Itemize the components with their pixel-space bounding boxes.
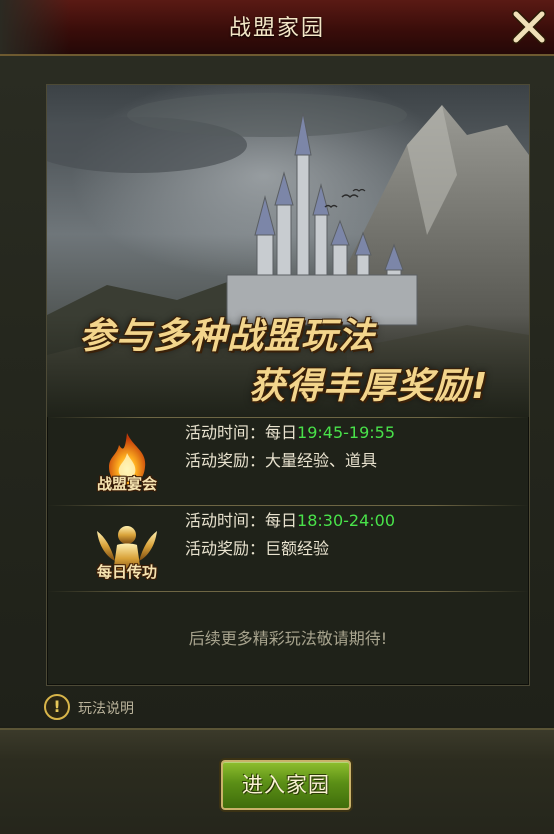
- title-bar: 战盟家园: [0, 0, 554, 56]
- exclamation-icon: !: [44, 694, 70, 720]
- activity-name: 每日传功: [96, 563, 157, 581]
- divider: [47, 591, 529, 592]
- activity-reward-row: 活动奖励：大量经验、道具: [185, 447, 377, 471]
- time-value: 18:30-24:00: [297, 511, 396, 530]
- reward-value: 巨额经验: [265, 539, 330, 558]
- help-label: 玩法说明: [78, 701, 134, 717]
- close-icon[interactable]: [510, 8, 548, 46]
- divider: [47, 505, 529, 506]
- activity-time-row: 活动时间：每日18:30-24:00: [185, 507, 395, 531]
- coming-soon-note: 后续更多精彩玩法敬请期待!: [188, 629, 388, 648]
- divider: [47, 417, 529, 418]
- activity-name: 战盟宴会: [96, 475, 157, 493]
- content-frame: 参与多种战盟玩法 获得丰厚奖励! 战盟宴会 活动时间：每日19:45-19:55…: [46, 84, 530, 686]
- banner-slogan-line1: 参与多种战盟玩法: [79, 316, 376, 357]
- reward-label: 活动奖励：: [185, 539, 266, 558]
- reward-value: 大量经验、道具: [265, 451, 378, 470]
- enter-homeland-button[interactable]: 进入家园: [221, 760, 351, 810]
- activity-daily-training: 每日传功 活动时间：每日18:30-24:00 活动奖励：巨额经验: [47, 509, 529, 597]
- reward-label: 活动奖励：: [185, 451, 266, 470]
- time-value: 19:45-19:55: [297, 423, 396, 442]
- banner-slogan-line2: 获得丰厚奖励!: [249, 366, 489, 407]
- activity-time-row: 活动时间：每日19:45-19:55: [185, 419, 395, 443]
- time-label: 活动时间：每日: [185, 423, 298, 442]
- page-title: 战盟家园: [228, 16, 325, 41]
- time-label: 活动时间：每日: [185, 511, 298, 530]
- activity-reward-row: 活动奖励：巨额经验: [185, 535, 329, 559]
- activity-banquet: 战盟宴会 活动时间：每日19:45-19:55 活动奖励：大量经验、道具: [47, 421, 529, 509]
